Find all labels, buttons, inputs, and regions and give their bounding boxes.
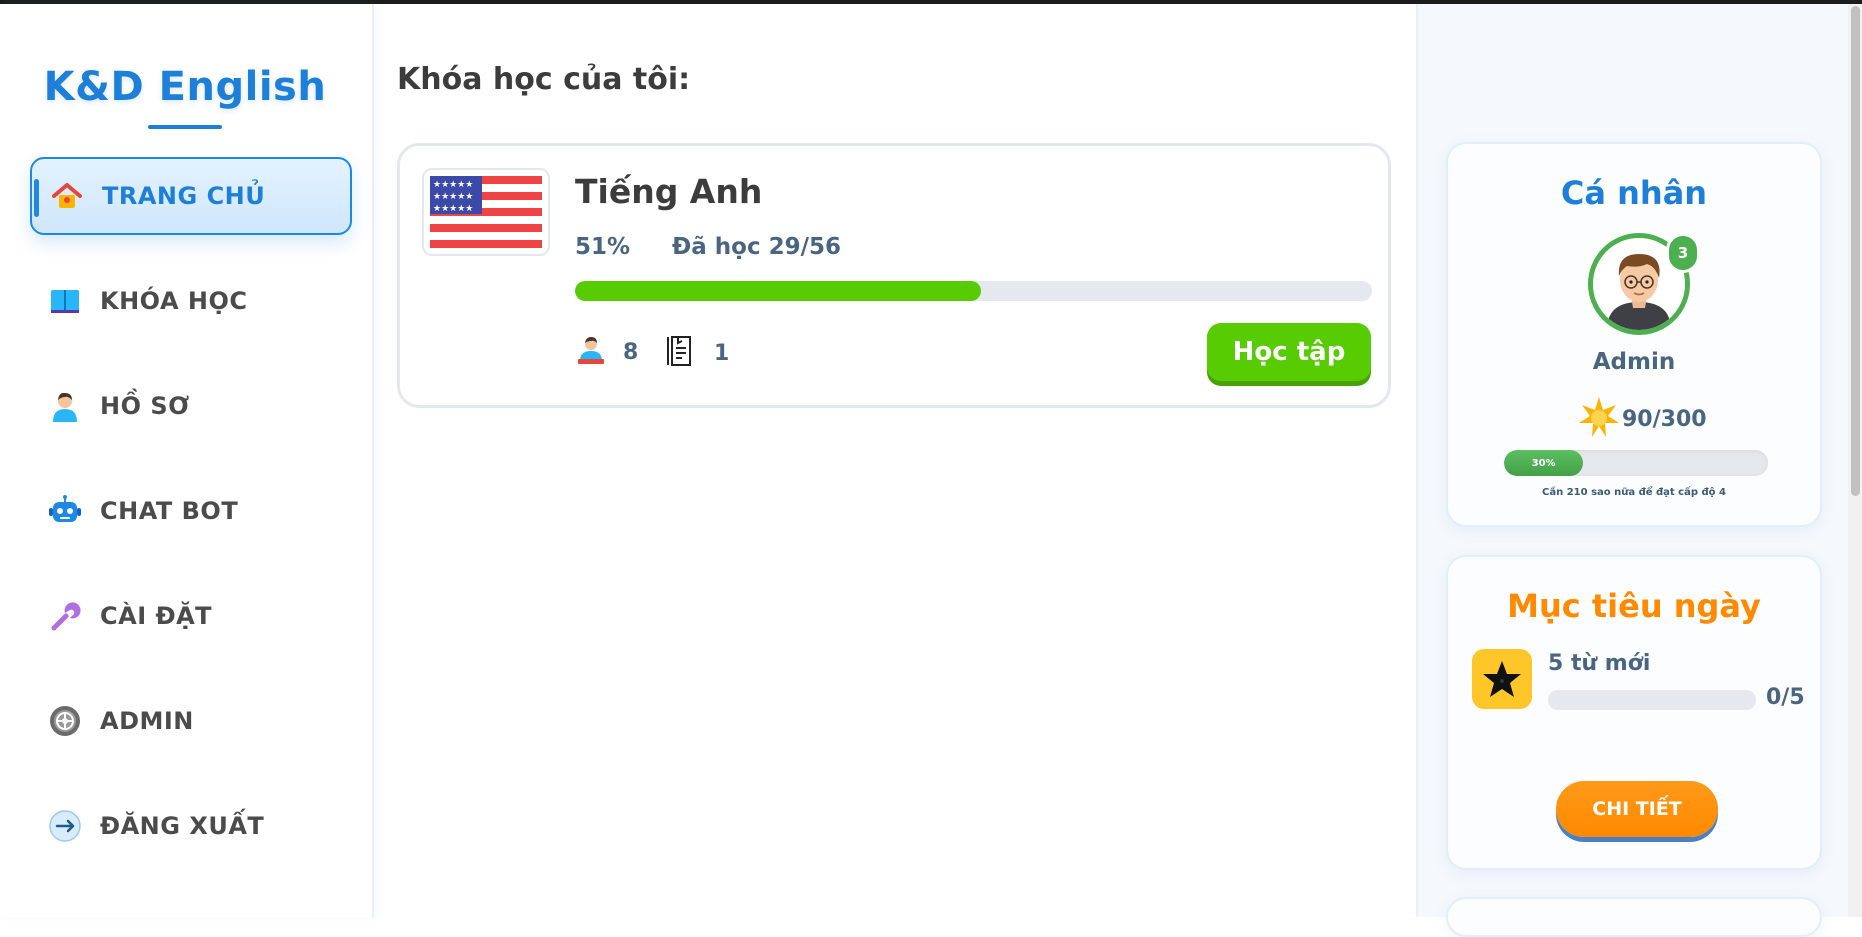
daily-goal-card: Mục tiêu ngày 5 từ mới 0/5 CHI TIẾT — [1446, 555, 1822, 870]
course-name: Tiếng Anh — [575, 172, 763, 211]
sidebar-item-label: ADMIN — [100, 707, 194, 735]
logout-icon — [48, 809, 82, 843]
student-icon — [575, 334, 607, 370]
stars-value: 90/300 — [1622, 406, 1707, 432]
study-button[interactable]: Học tập — [1207, 323, 1371, 381]
person-icon — [48, 389, 82, 423]
sidebar-item-label: KHÓA HỌC — [100, 287, 248, 315]
goal-label: 5 từ mới — [1548, 651, 1651, 676]
sidebar-item-label: TRANG CHỦ — [102, 182, 266, 210]
right-panel: Cá nhân 3 Admin 90/300 30% Cần 210 sao n… — [1416, 4, 1850, 937]
profile-name: Admin — [1592, 349, 1676, 375]
sidebar: K&D English TRANG CHỦ KHÓA HỌC HỒ SƠ CHA… — [0, 4, 374, 917]
page-title: Khóa học của tôi: — [397, 62, 691, 97]
sidebar-item-admin[interactable]: ADMIN — [30, 682, 352, 760]
gear-icon — [48, 704, 82, 738]
stars-counter: 90/300 — [1578, 396, 1707, 442]
us-flag-icon: ★★★★★ ★★★★★ ★★★★★ — [422, 168, 550, 256]
sidebar-item-profile[interactable]: HỒ SƠ — [30, 367, 352, 445]
learners-count: 8 — [623, 339, 639, 365]
svg-text:★★★★★: ★★★★★ — [433, 192, 473, 202]
brand-underline — [148, 125, 222, 129]
svg-text:★★★★★: ★★★★★ — [433, 204, 473, 214]
book-icon — [48, 284, 82, 318]
sidebar-item-logout[interactable]: ĐĂNG XUẤT — [30, 787, 352, 865]
star-icon — [1472, 649, 1532, 709]
lessons-stat: 1 — [666, 334, 729, 372]
goal-progress-bar — [1548, 690, 1756, 710]
goal-count: 0/5 — [1766, 685, 1805, 710]
course-progress-fill — [575, 281, 982, 301]
wrench-icon — [48, 599, 82, 633]
profile-card-title: Cá nhân — [1560, 174, 1708, 212]
course-learned-count: Đã học 29/56 — [672, 234, 842, 260]
sidebar-item-label: ĐĂNG XUẤT — [100, 812, 265, 840]
sidebar-item-home[interactable]: TRANG CHỦ — [30, 157, 352, 235]
scrollbar-thumb[interactable] — [1851, 6, 1860, 496]
sidebar-item-label: CHAT BOT — [100, 497, 239, 525]
sidebar-item-chatbot[interactable]: CHAT BOT — [30, 472, 352, 550]
daily-goal-title: Mục tiêu ngày — [1507, 587, 1761, 625]
document-icon — [666, 334, 698, 372]
robot-icon — [48, 494, 82, 528]
house-icon — [50, 179, 84, 213]
detail-button[interactable]: CHI TIẾT — [1556, 781, 1718, 837]
svg-text:★★★★★: ★★★★★ — [433, 180, 473, 190]
sidebar-item-label: CÀI ĐẶT — [100, 602, 213, 630]
xp-note: Cần 210 sao nữa để đạt cấp độ 4 — [1542, 487, 1726, 498]
xp-progress-bar: 30% — [1504, 450, 1768, 476]
profile-card: Cá nhân 3 Admin 90/300 30% Cần 210 sao n… — [1446, 142, 1822, 527]
level-badge: 3 — [1666, 233, 1700, 273]
brand-logo[interactable]: K&D English — [0, 64, 370, 110]
sidebar-item-label: HỒ SƠ — [100, 392, 190, 420]
sidebar-item-courses[interactable]: KHÓA HỌC — [30, 262, 352, 340]
course-card[interactable]: ★★★★★ ★★★★★ ★★★★★ Tiếng Anh 51% Đã học 2… — [397, 143, 1391, 408]
learners-stat: 8 — [575, 334, 638, 370]
next-card — [1446, 897, 1822, 937]
sun-star-icon — [1578, 396, 1620, 442]
lessons-count: 1 — [714, 340, 730, 366]
course-percent: 51% — [575, 234, 631, 260]
xp-progress-fill: 30% — [1504, 450, 1584, 476]
course-progress-bar — [575, 281, 1372, 301]
sidebar-item-settings[interactable]: CÀI ĐẶT — [30, 577, 352, 655]
